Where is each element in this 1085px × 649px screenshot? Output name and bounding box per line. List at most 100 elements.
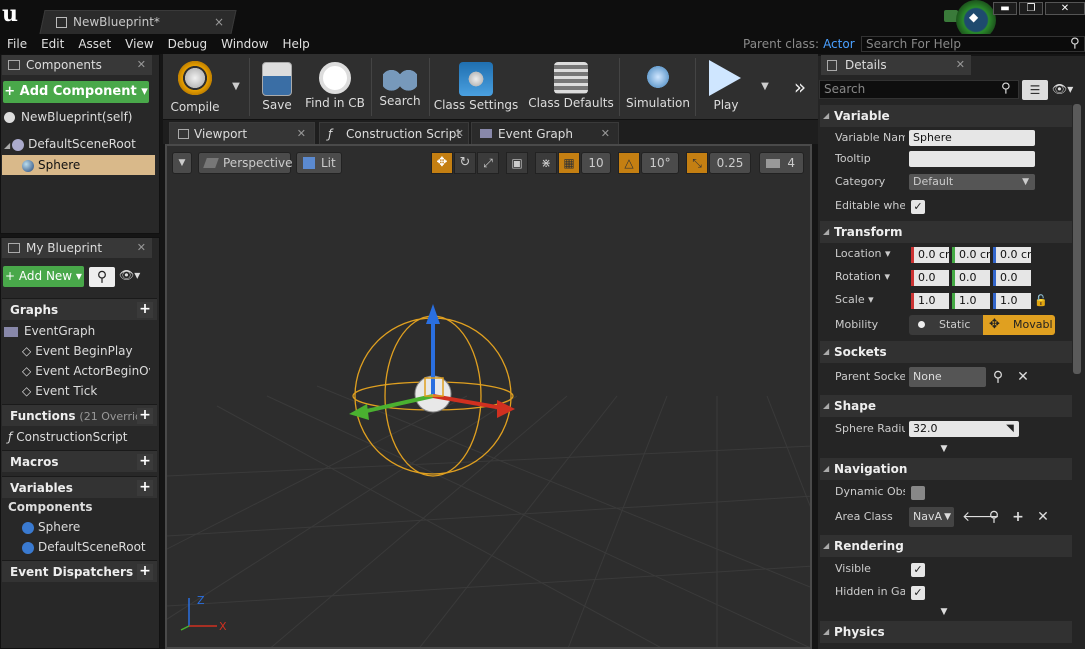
components-tab-close-icon[interactable]: ✕ [137,55,146,75]
lit-button[interactable]: Lit [296,152,342,174]
rendering-expand-icon[interactable]: ▼ [936,604,952,620]
variables-section-header[interactable]: Variables + [2,476,157,498]
document-tab-close-icon[interactable]: × [214,12,224,32]
components-category[interactable]: Components [8,497,93,517]
event-item-actor-begin-overlap[interactable]: ◇ Event ActorBeginOv [22,361,150,381]
my-blueprint-tab[interactable]: My Blueprint ✕ [2,238,152,258]
rotation-label[interactable]: Rotation ▾ [835,267,905,287]
navigation-section-header[interactable]: Navigation [820,458,1072,480]
compile-options-dropdown[interactable]: ▼ [227,54,245,120]
rendering-section-header[interactable]: Rendering [820,535,1072,557]
scale-lock-icon[interactable]: 🔓 [1033,293,1049,309]
scale-z-field[interactable]: 1.0 [993,293,1031,309]
my-blueprint-tab-close-icon[interactable]: ✕ [137,238,146,258]
menu-file[interactable]: File [0,34,34,54]
compile-button[interactable]: Compile [165,54,225,120]
menu-window[interactable]: Window [214,34,275,54]
macros-section-header[interactable]: Macros + [2,450,157,472]
tab-close-icon[interactable]: ✕ [297,123,306,145]
tab-close-icon[interactable]: ✕ [455,123,464,145]
graphs-section-header[interactable]: Graphs + [2,298,157,320]
search-button[interactable]: Search [375,54,425,120]
hidden-in-game-checkbox[interactable]: ✓ [911,586,925,600]
mobility-static-button[interactable]: Static [909,315,983,335]
menu-help[interactable]: Help [275,34,316,54]
scale-label[interactable]: Scale ▾ [835,290,905,310]
blueprint-search-button[interactable]: ⚲ [89,267,115,287]
menu-debug[interactable]: Debug [161,34,214,54]
location-x-field[interactable]: 0.0 cm [911,247,949,263]
gizmo-y-arrow[interactable] [349,404,369,420]
location-label[interactable]: Location ▾ [835,244,905,264]
transform-section-header[interactable]: Transform [820,221,1072,243]
add-dispatcher-button[interactable]: + [137,564,153,580]
area-class-dropdown[interactable]: NavA ▼ [909,507,954,527]
tab-close-icon[interactable]: ✕ [601,123,610,145]
surface-snap-icon[interactable]: ⋇ [535,152,557,174]
menu-edit[interactable]: Edit [34,34,71,54]
tab-construction-script[interactable]: ƒ Construction Script ✕ [319,122,469,144]
socket-search-icon[interactable]: ⚲ [990,369,1006,385]
tab-event-graph[interactable]: Event Graph ✕ [471,122,619,144]
rotation-y-field[interactable]: 0.0 [952,270,990,286]
add-graph-button[interactable]: + [137,302,153,318]
category-dropdown[interactable]: Default ▼ [909,174,1035,190]
grid-snap-value[interactable]: 10 [581,152,611,174]
menu-view[interactable]: View [118,34,160,54]
rotate-mode-icon[interactable]: ↻ [454,152,476,174]
gizmo-z-arrow[interactable] [426,304,440,324]
area-add-icon[interactable]: + [1010,509,1026,525]
scale-snap-icon[interactable]: ⤡ [686,152,708,174]
mobility-movable-button[interactable]: ✥ Movabl [983,315,1055,335]
radius-drag-icon[interactable]: ◥ [1002,421,1018,437]
scale-mode-icon[interactable]: ⤢ [477,152,499,174]
visible-checkbox[interactable]: ✓ [911,563,925,577]
variable-item-sphere[interactable]: Sphere [22,517,80,537]
class-settings-button[interactable]: Class Settings [433,54,519,120]
self-item[interactable]: NewBlueprint(self) [4,107,154,127]
area-clear-icon[interactable]: ✕ [1035,509,1051,525]
rotation-z-field[interactable]: 0.0 [993,270,1031,286]
dispatchers-section-header[interactable]: Event Dispatchers + [2,560,157,582]
grid-snap-icon[interactable]: ▦ [558,152,580,174]
event-item-tick[interactable]: ◇ Event Tick [22,381,97,401]
socket-clear-icon[interactable]: ✕ [1015,369,1031,385]
save-button[interactable]: Save [255,54,299,120]
toolbar-overflow-button[interactable]: » [789,54,811,120]
location-z-field[interactable]: 0.0 cm [993,247,1031,263]
translate-mode-icon[interactable]: ✥ [431,152,453,174]
add-macro-button[interactable]: + [137,454,153,470]
functions-section-header[interactable]: Functions (21 Overrida + [2,404,157,426]
add-component-button[interactable]: + Add Component ▾ [3,81,149,103]
event-item-begin-play[interactable]: ◇ Event BeginPlay [22,341,133,361]
area-browse-icon[interactable]: ⚲ [986,509,1002,525]
components-tab[interactable]: Components ✕ [2,55,152,75]
play-options-dropdown[interactable]: ▼ [757,54,773,120]
tree-item-sphere[interactable]: Sphere [2,155,155,175]
location-y-field[interactable]: 0.0 cm [952,247,990,263]
tooltip-field[interactable] [909,151,1035,167]
simulation-button[interactable]: Simulation [625,54,691,120]
viewport-options-dropdown[interactable]: ▼ [172,152,192,174]
scale-snap-value[interactable]: 0.25 [709,152,751,174]
sockets-section-header[interactable]: Sockets [820,341,1072,363]
shape-section-header[interactable]: Shape [820,395,1072,417]
add-function-button[interactable]: + [137,408,153,424]
add-new-button[interactable]: + Add New ▾ [3,266,84,287]
camera-speed-button[interactable]: 4 [759,152,804,174]
rotation-snap-value[interactable]: 10° [641,152,679,174]
variable-name-field[interactable]: Sphere [909,130,1035,146]
coordinate-space-icon[interactable]: ▣ [506,152,528,174]
add-variable-button[interactable]: + [137,480,153,496]
tab-viewport[interactable]: Viewport ✕ [169,122,315,144]
scale-x-field[interactable]: 1.0 [911,293,949,309]
construction-script-item[interactable]: ƒ ConstructionScript [8,427,127,447]
variable-item-default-scene-root[interactable]: DefaultSceneRoot [22,537,146,557]
menu-asset[interactable]: Asset [71,34,118,54]
blueprint-view-options-icon[interactable]: 👁▾ [119,268,140,282]
viewport-3d[interactable]: Z X ▼ Perspective Lit ✥ ↻ ⤢ ▣ ⋇ ▦ 10 △ 1… [165,144,812,649]
find-in-cb-button[interactable]: Find in CB [305,54,365,120]
document-tab[interactable]: NewBlueprint* × [50,12,230,32]
tree-item-default-scene-root[interactable]: ◢ DefaultSceneRoot [4,134,154,154]
rotation-x-field[interactable]: 0.0 [911,270,949,286]
